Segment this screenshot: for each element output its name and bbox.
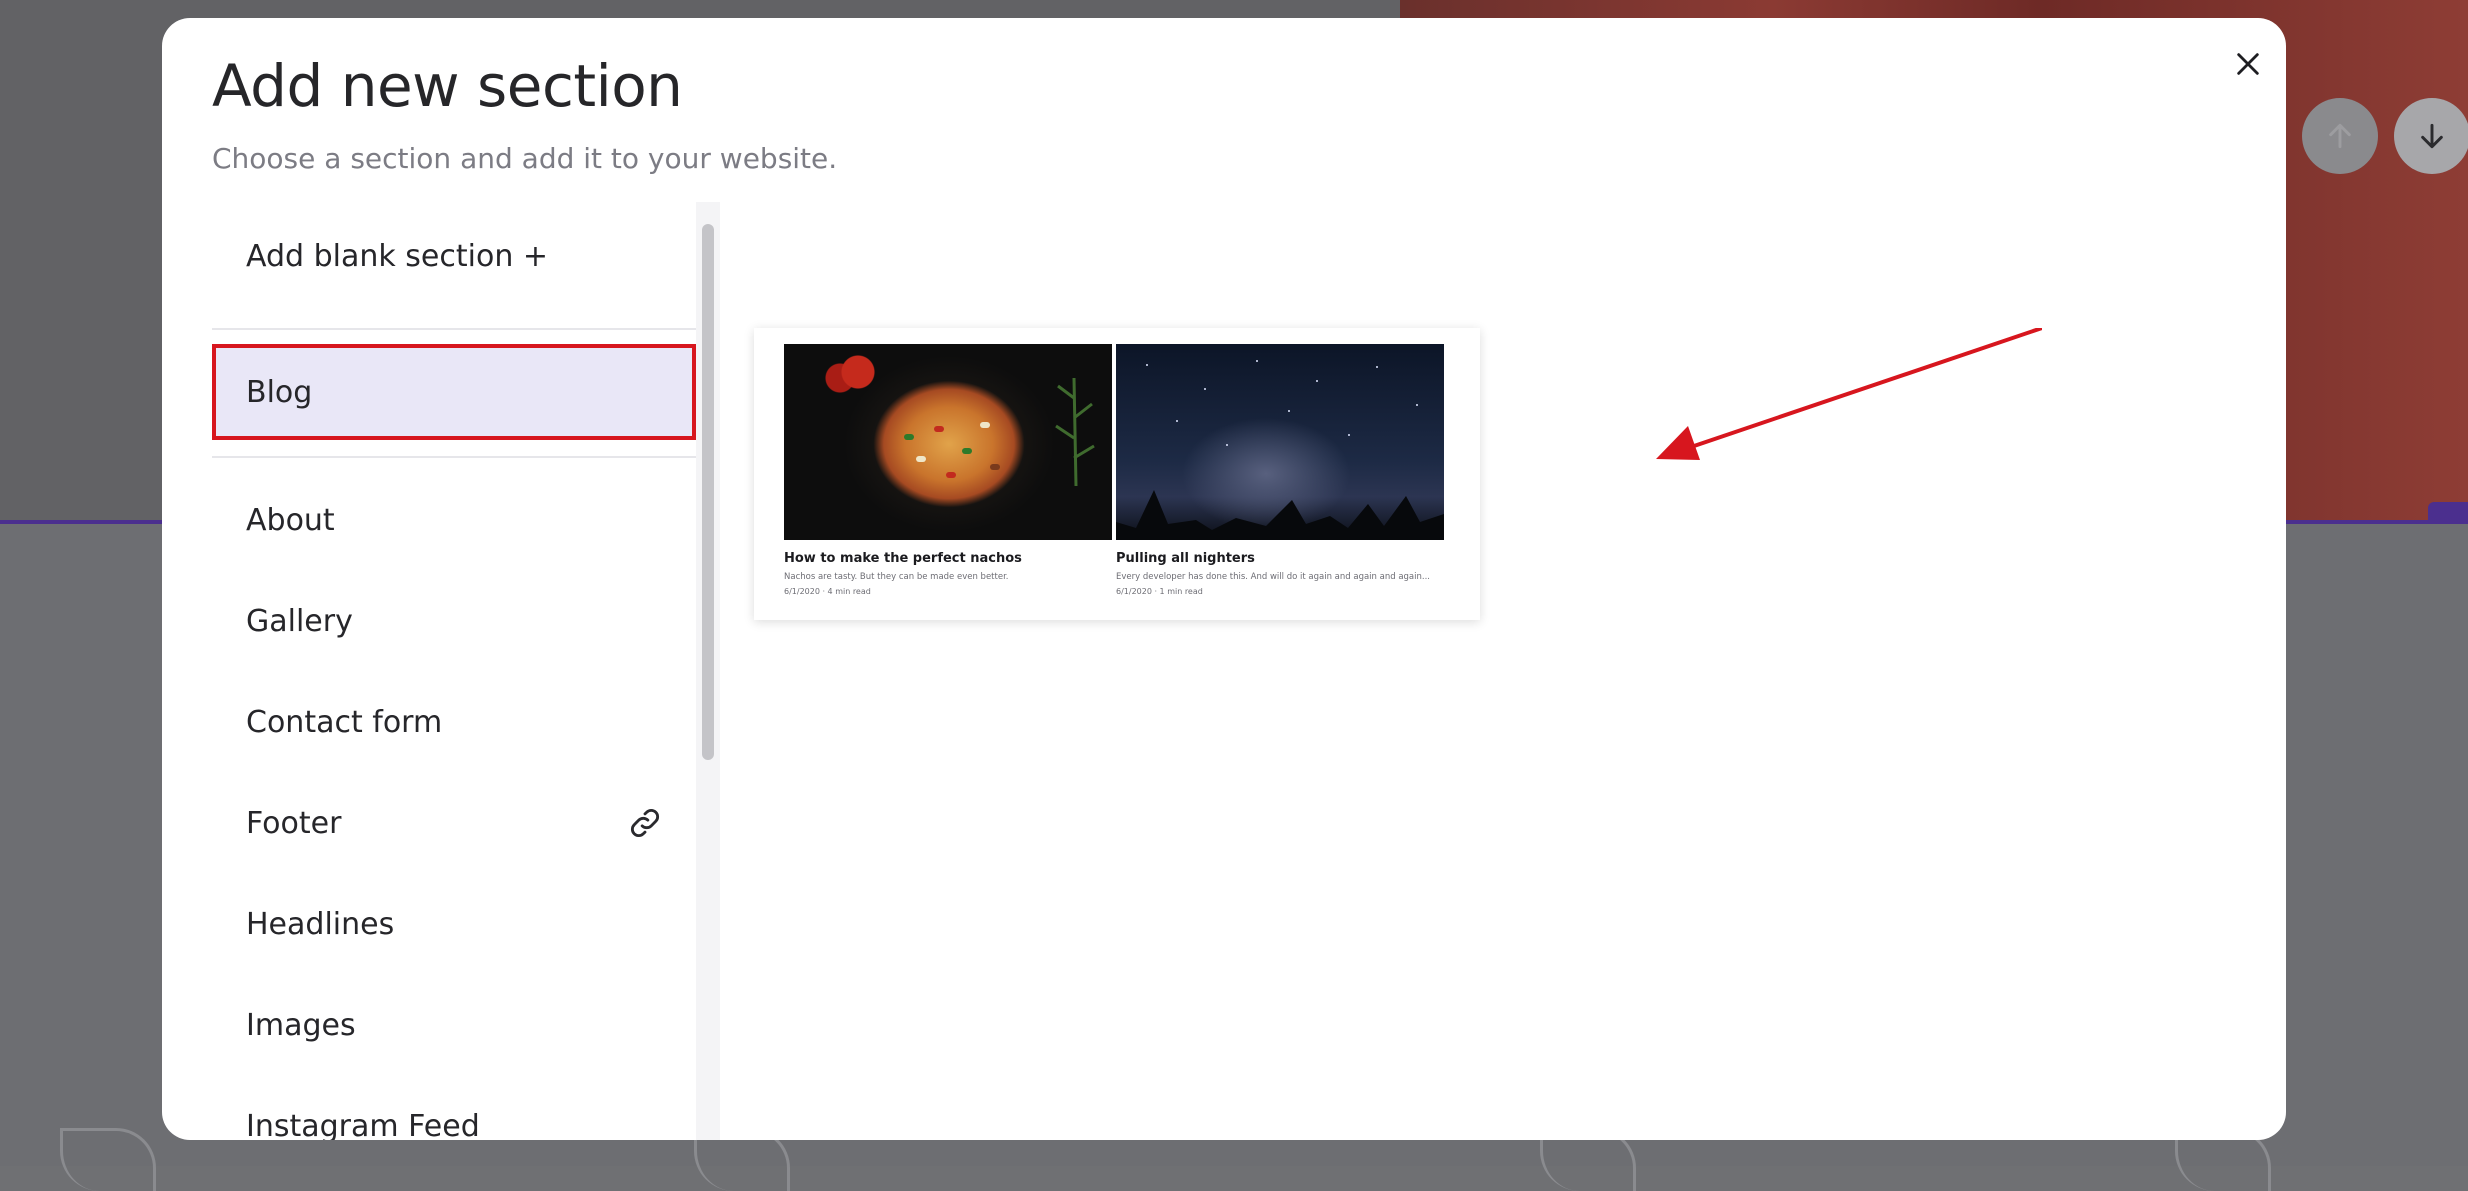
post-excerpt: Nachos are tasty. But they can be made e… [784,572,1009,582]
blog-post-card: How to make the perfect nachos Nachos ar… [784,344,1112,596]
post-excerpt: Every developer has done this. And will … [1116,572,1430,582]
divider [212,456,696,458]
sidebar-item-label: Blog [246,374,313,410]
section-list: Add blank section + Blog About Gallery C… [212,202,698,1140]
post-meta: 6/1/2020 · 4 min read [784,587,871,596]
scrollbar-thumb[interactable] [702,224,714,760]
sidebar-scrollbar[interactable] [696,202,720,1140]
annotation-arrow [1656,328,2042,460]
nachos-photo [784,344,1112,540]
sidebar-item-blog[interactable]: Blog [212,344,696,440]
post-meta: 6/1/2020 · 1 min read [1116,587,1203,596]
sidebar-item-label: Gallery [246,603,353,639]
post-title: Pulling all nighters [1116,551,1255,566]
move-section-up-button[interactable] [2302,98,2378,174]
sidebar-item-about[interactable]: About [212,472,696,568]
leaf-icon [60,1128,156,1191]
sidebar-item-images[interactable]: Images [212,977,696,1073]
modal-subtitle: Choose a section and add it to your webs… [212,142,838,175]
link-icon [631,809,659,837]
sidebar-item-label: Images [246,1007,356,1043]
sidebar-item-label: Instagram Feed [246,1108,480,1141]
post-title: How to make the perfect nachos [784,551,1022,566]
sidebar-item-label: About [246,502,335,538]
arrow-down-icon [2421,123,2443,149]
add-blank-section-button[interactable]: Add blank section + [212,208,696,304]
sidebar-item-footer[interactable]: Footer [212,775,696,871]
sidebar-item-headlines[interactable]: Headlines [212,876,696,972]
blog-section-preview[interactable]: How to make the perfect nachos Nachos ar… [754,328,1480,620]
sidebar-item-label: Headlines [246,906,395,942]
blog-post-card: Pulling all nighters Every developer has… [1116,344,1444,596]
close-icon [2237,53,2259,75]
sidebar-item-label: Footer [246,805,342,841]
close-button[interactable] [2224,40,2272,88]
night-sky-photo [1116,344,1444,540]
add-section-modal: Add new section Choose a section and add… [162,18,2286,1140]
sidebar-item-gallery[interactable]: Gallery [212,573,696,669]
modal-title: Add new section [212,52,683,120]
arrow-up-icon [2329,123,2351,149]
sidebar-item-label: Contact form [246,704,443,740]
sidebar-item-label: Add blank section + [246,238,549,274]
move-section-down-button[interactable] [2394,98,2468,174]
sidebar-item-contact-form[interactable]: Contact form [212,674,696,770]
divider [212,328,696,330]
sidebar-item-instagram-feed[interactable]: Instagram Feed [212,1078,696,1141]
